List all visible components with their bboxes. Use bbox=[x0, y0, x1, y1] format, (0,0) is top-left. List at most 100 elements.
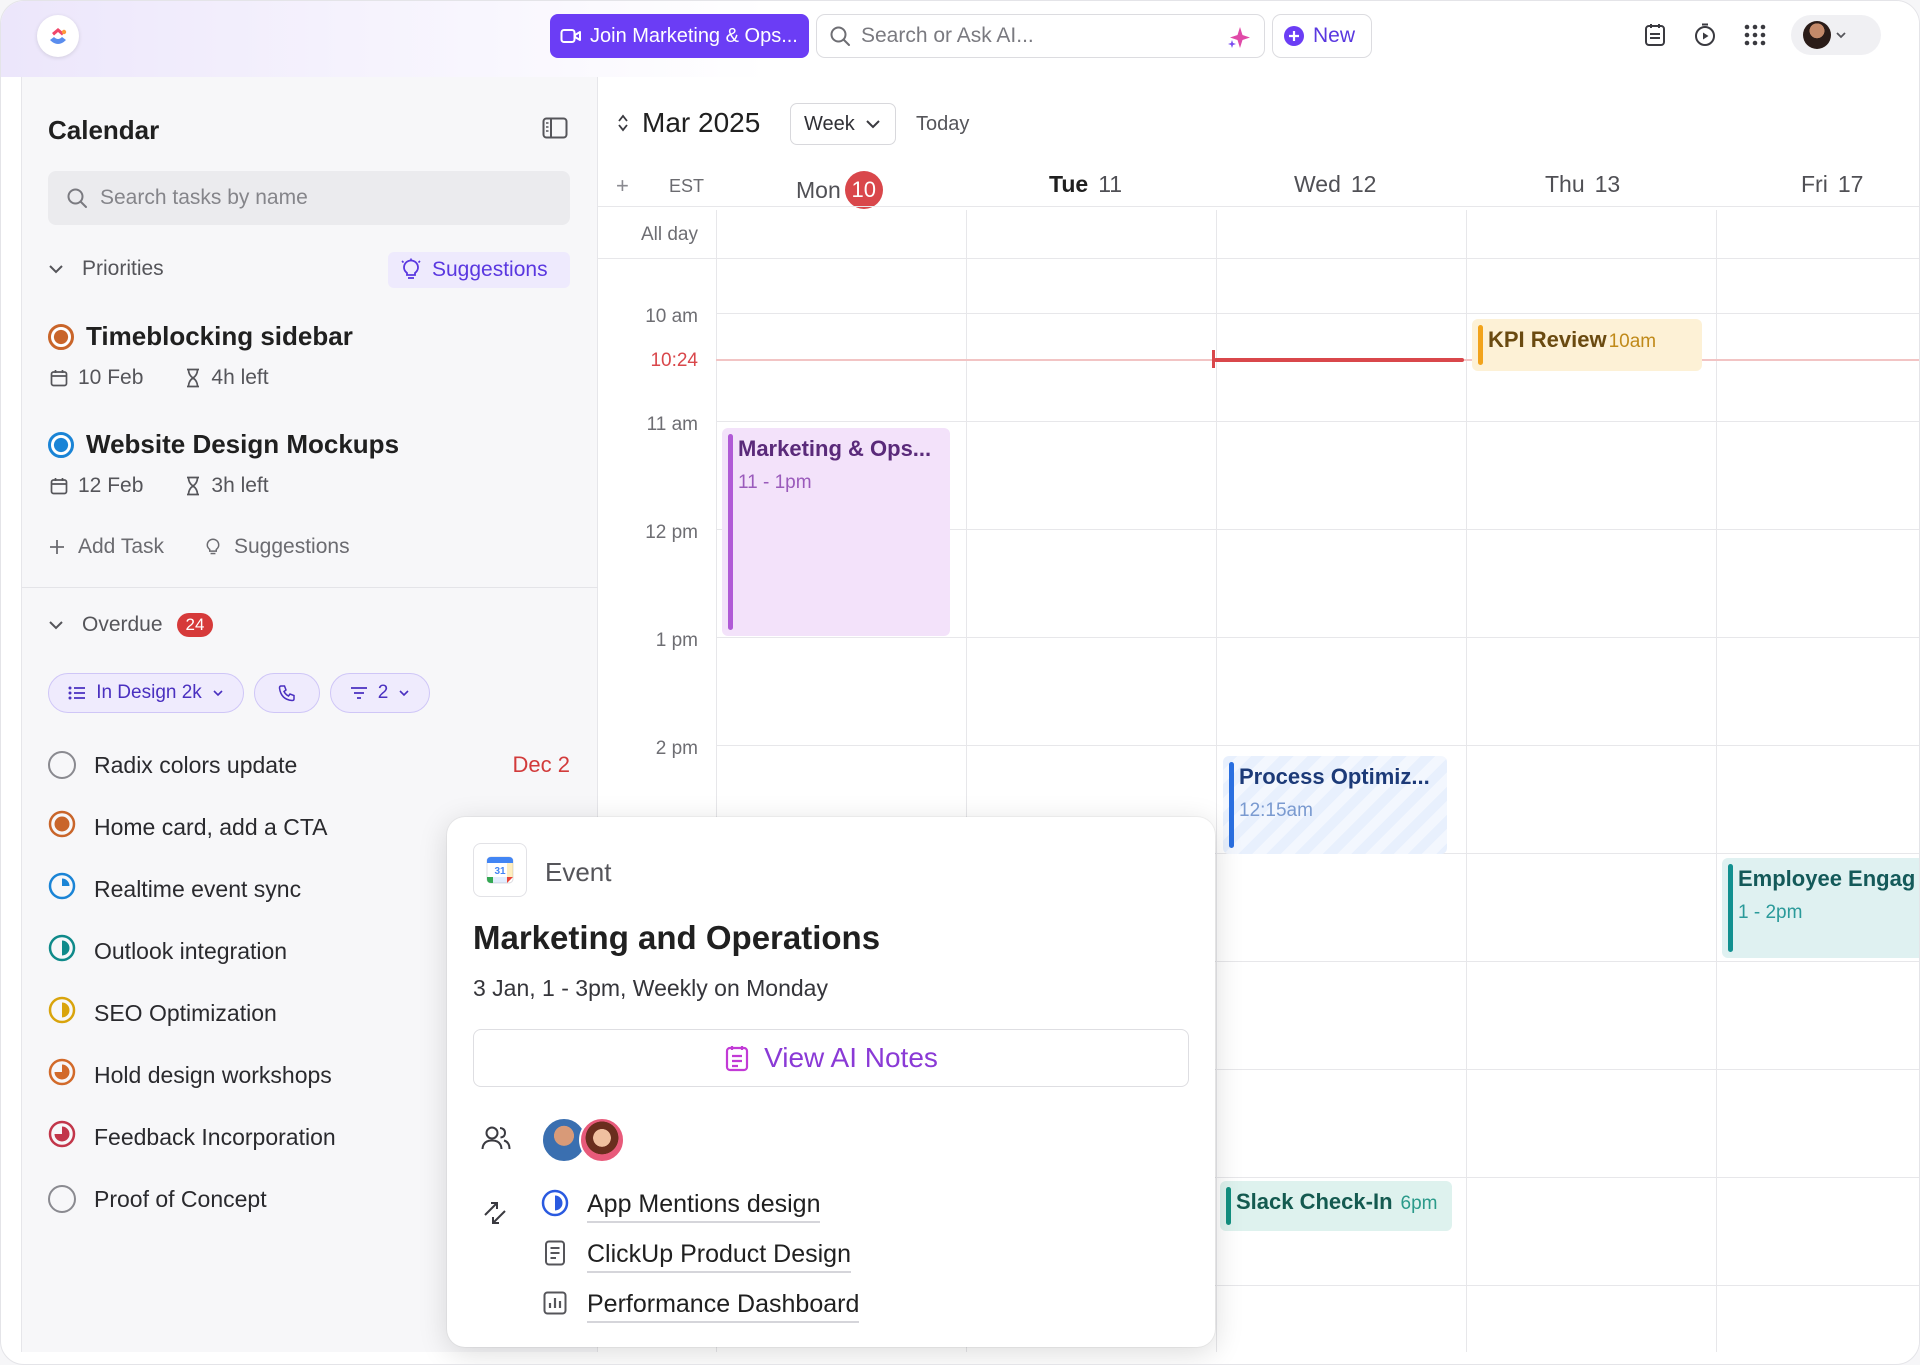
call-filter-chip[interactable] bbox=[254, 673, 320, 713]
in-progress-blue-icon bbox=[48, 431, 74, 458]
apps-grid-icon[interactable] bbox=[1741, 21, 1769, 49]
empty-circle-icon[interactable] bbox=[48, 1185, 76, 1213]
list-filter-chip[interactable]: In Design 2k bbox=[48, 673, 244, 713]
priority-date: 12 Feb bbox=[78, 474, 144, 497]
join-meeting-button[interactable]: Join Marketing & Ops... bbox=[550, 14, 809, 58]
day-number: 11 bbox=[1098, 171, 1123, 197]
hourglass-icon bbox=[187, 368, 200, 388]
grid-col-line bbox=[1466, 210, 1467, 1352]
three-quarter-red-icon[interactable] bbox=[48, 1120, 76, 1154]
ai-sparkle-icon[interactable] bbox=[1226, 25, 1252, 51]
day-name: Fri bbox=[1801, 171, 1828, 197]
event-marketing-ops[interactable]: Marketing & Ops... 11 - 1pm bbox=[722, 428, 950, 636]
linked-item[interactable]: Performance Dashboard bbox=[541, 1289, 860, 1324]
lightbulb-icon bbox=[206, 538, 220, 555]
filter-icon bbox=[350, 687, 367, 699]
task-search-input[interactable]: Search tasks by name bbox=[48, 171, 570, 225]
linked-item-title: Performance Dashboard bbox=[587, 1290, 860, 1323]
sidebar-title: Calendar bbox=[48, 115, 160, 145]
half-teal-icon[interactable] bbox=[48, 934, 76, 968]
event-slack-check-in[interactable]: Slack Check-In 6pm bbox=[1220, 1181, 1452, 1231]
plus-circle-icon bbox=[1284, 26, 1304, 46]
chevron-down-icon bbox=[1836, 32, 1846, 39]
three-quarter-orange-icon[interactable] bbox=[48, 1058, 76, 1092]
app-window: Join Marketing & Ops... Search or Ask AI… bbox=[0, 0, 1920, 1365]
global-search-placeholder: Search or Ask AI... bbox=[861, 24, 1034, 47]
half-yellow-icon[interactable] bbox=[48, 996, 76, 1030]
event-process-optimization[interactable]: Process Optimiz... 12:15am bbox=[1223, 756, 1447, 854]
today-date-badge: 10 bbox=[844, 171, 883, 209]
new-button[interactable]: New bbox=[1272, 14, 1372, 58]
view-label: Week bbox=[804, 112, 855, 135]
calendar-icon bbox=[50, 370, 68, 387]
all-day-label: All day bbox=[640, 224, 698, 245]
sidebar-collapse-icon[interactable] bbox=[542, 117, 568, 144]
dashboard-icon bbox=[541, 1289, 569, 1324]
quarter-blue-icon[interactable] bbox=[48, 872, 76, 906]
day-header-tue[interactable]: Tue 11 bbox=[1049, 171, 1122, 198]
video-icon bbox=[560, 29, 581, 43]
priority-item[interactable]: Timeblocking sidebar 10 Feb 4h left bbox=[48, 321, 353, 390]
add-task-button[interactable]: Add Task bbox=[78, 535, 164, 559]
event-color-bar bbox=[1728, 864, 1733, 952]
add-event-icon[interactable]: + bbox=[616, 173, 629, 199]
task-title: Feedback Incorporation bbox=[94, 1123, 336, 1150]
timer-icon[interactable] bbox=[1691, 21, 1719, 49]
task-title: Radix colors update bbox=[94, 751, 298, 778]
status-half-blue-icon bbox=[541, 1189, 569, 1224]
task-title: SEO Optimization bbox=[94, 999, 277, 1026]
user-avatar bbox=[1803, 21, 1831, 49]
suggestions-label: Suggestions bbox=[432, 258, 548, 281]
day-header-fri[interactable]: Fri 17 bbox=[1801, 171, 1863, 198]
view-select[interactable]: Week bbox=[790, 103, 896, 145]
clickup-logo[interactable] bbox=[37, 15, 79, 57]
linked-items-icon bbox=[481, 1199, 509, 1232]
popover-title: Marketing and Operations bbox=[473, 919, 881, 956]
day-header-mon[interactable]: Mon 10 bbox=[796, 171, 883, 209]
task-title: Outlook integration bbox=[94, 937, 288, 964]
month-selector[interactable]: Mar 2025 bbox=[616, 107, 760, 139]
linked-item[interactable]: App Mentions design bbox=[541, 1189, 821, 1224]
in-progress-orange-icon[interactable] bbox=[48, 810, 76, 844]
sort-arrows-icon bbox=[618, 114, 628, 132]
list-filter-label: In Design 2k bbox=[96, 682, 202, 703]
day-name: Thu bbox=[1545, 171, 1585, 197]
event-color-bar bbox=[1226, 1187, 1231, 1225]
empty-circle-icon[interactable] bbox=[48, 751, 76, 779]
day-number: 13 bbox=[1594, 171, 1621, 197]
grid-line bbox=[598, 206, 1919, 207]
plus-icon bbox=[50, 540, 64, 554]
overdue-header[interactable]: Overdue 24 bbox=[48, 613, 214, 637]
top-bar: Join Marketing & Ops... Search or Ask AI… bbox=[1, 1, 1919, 77]
day-header-wed[interactable]: Wed 12 bbox=[1294, 171, 1376, 198]
chevron-down-icon bbox=[866, 120, 880, 129]
global-search-input[interactable]: Search or Ask AI... bbox=[816, 14, 1265, 58]
svg-text:31: 31 bbox=[494, 866, 506, 877]
priority-item[interactable]: Website Design Mockups 12 Feb 3h left bbox=[48, 429, 399, 498]
filter-count-chip[interactable]: 2 bbox=[330, 673, 430, 713]
grid-line bbox=[716, 313, 1919, 314]
user-menu[interactable] bbox=[1791, 15, 1881, 55]
day-header-thu[interactable]: Thu 13 bbox=[1545, 171, 1620, 198]
event-kpi-review[interactable]: KPI Review 10am bbox=[1472, 319, 1702, 371]
event-color-bar bbox=[1478, 325, 1483, 365]
suggestions-link[interactable]: Suggestions bbox=[234, 535, 350, 559]
notepad-icon[interactable] bbox=[1641, 21, 1669, 49]
priority-time-left: 3h left bbox=[211, 474, 269, 497]
attendee-avatars bbox=[541, 1117, 625, 1163]
view-ai-notes-button[interactable]: View AI Notes bbox=[473, 1029, 1189, 1087]
today-button[interactable]: Today bbox=[916, 113, 969, 136]
overdue-label: Overdue bbox=[82, 613, 163, 636]
linked-item[interactable]: ClickUp Product Design bbox=[541, 1239, 851, 1274]
event-color-bar bbox=[728, 434, 733, 630]
linked-item-title: ClickUp Product Design bbox=[587, 1240, 851, 1273]
month-label: Mar 2025 bbox=[642, 107, 761, 138]
overdue-task-row[interactable]: Radix colors update Dec 2 bbox=[48, 745, 570, 785]
task-title: Proof of Concept bbox=[94, 1185, 267, 1212]
priorities-header[interactable]: Priorities bbox=[48, 257, 164, 281]
attendee-avatar[interactable] bbox=[579, 1117, 625, 1163]
chevron-down-icon bbox=[49, 621, 63, 630]
event-employee-engagement[interactable]: Employee Engag 1 - 2pm bbox=[1722, 858, 1919, 958]
suggestions-button[interactable]: Suggestions bbox=[388, 252, 570, 288]
lightbulb-icon bbox=[401, 258, 421, 279]
